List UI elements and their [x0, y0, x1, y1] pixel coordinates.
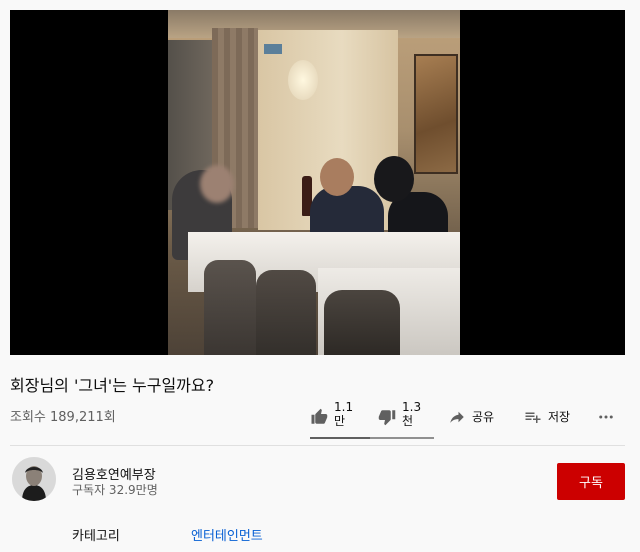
save-button[interactable]: 저장: [524, 400, 570, 436]
more-horizontal-icon: [599, 415, 613, 419]
dislike-count: 1.3 천: [402, 400, 422, 428]
video-title: 회장님의 '그녀'는 누구일까요?: [10, 376, 215, 395]
share-icon: [450, 411, 464, 423]
save-label: 저장: [548, 410, 571, 424]
share-button[interactable]: 공유: [448, 400, 494, 436]
thumbs-down-icon: [378, 410, 396, 426]
video-player[interactable]: [10, 10, 625, 355]
category-label: 카테고리: [72, 529, 120, 544]
share-label: 공유: [472, 410, 495, 424]
dislike-count-unit: 천: [402, 414, 414, 428]
like-count-unit: 만: [334, 414, 346, 428]
dislike-count-number: 1.3: [402, 400, 422, 414]
more-actions-button[interactable]: [596, 400, 616, 436]
view-count: 조회수 189,211회: [10, 410, 116, 425]
like-button[interactable]: 1.1 만: [310, 400, 354, 436]
like-count: 1.1 만: [334, 400, 354, 428]
avatar-portrait-icon: [12, 457, 56, 501]
like-count-number: 1.1: [334, 400, 354, 414]
subscribe-button[interactable]: 구독: [557, 463, 625, 500]
subscriber-count: 구독자 32.9만명: [72, 483, 158, 497]
channel-avatar[interactable]: [12, 457, 56, 501]
action-bar: 1.1 만 1.3 천 공유 저장: [310, 400, 622, 436]
playlist-add-icon: [525, 412, 541, 423]
section-divider: [10, 445, 625, 446]
thumbs-up-icon: [311, 408, 328, 424]
dislike-button[interactable]: 1.3 천: [378, 400, 422, 436]
video-frame: [168, 10, 460, 355]
category-link[interactable]: 엔터테인먼트: [191, 525, 263, 544]
like-ratio-fill: [310, 437, 370, 439]
